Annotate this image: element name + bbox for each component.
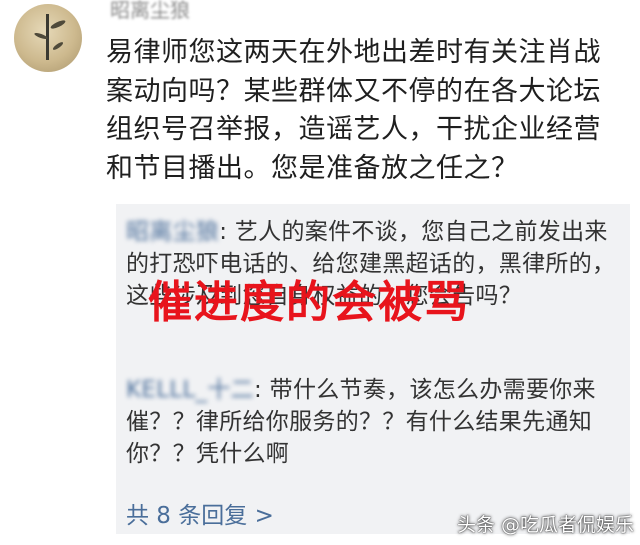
bamboo-leaf — [49, 18, 67, 31]
reply-author-name[interactable]: KELLL_十二 — [126, 377, 254, 403]
reply-separator: : — [253, 377, 270, 403]
watermark: 头条 @吃瓜者侃娱乐 — [456, 514, 634, 536]
reply-separator: : — [219, 219, 235, 245]
overlay-caption: 催进度的会被骂 — [148, 277, 470, 328]
bamboo-leaf — [51, 40, 65, 52]
reply-thread: 昭离尘狼: 艺人的案件不谈，您自己之前发出来的打恐吓电话的、给您建黑超话的，黑律… — [116, 204, 630, 534]
avatar[interactable] — [14, 4, 82, 72]
reply-author-name[interactable]: 昭离尘狼 — [126, 219, 219, 245]
view-all-replies-link[interactable]: 共 8 条回复 > — [126, 496, 274, 530]
reply-item: KELLL_十二: 带什么节奏，该怎么办需要你来催？？律所给你服务的？？有什么结… — [126, 374, 618, 470]
comment-text: 易律师您这两天在外地出差时有关注肖战案动向吗？某些群体又不停的在各大论坛组织号召… — [106, 37, 601, 184]
comment-author-name[interactable]: 昭离尘狼 — [110, 0, 190, 23]
